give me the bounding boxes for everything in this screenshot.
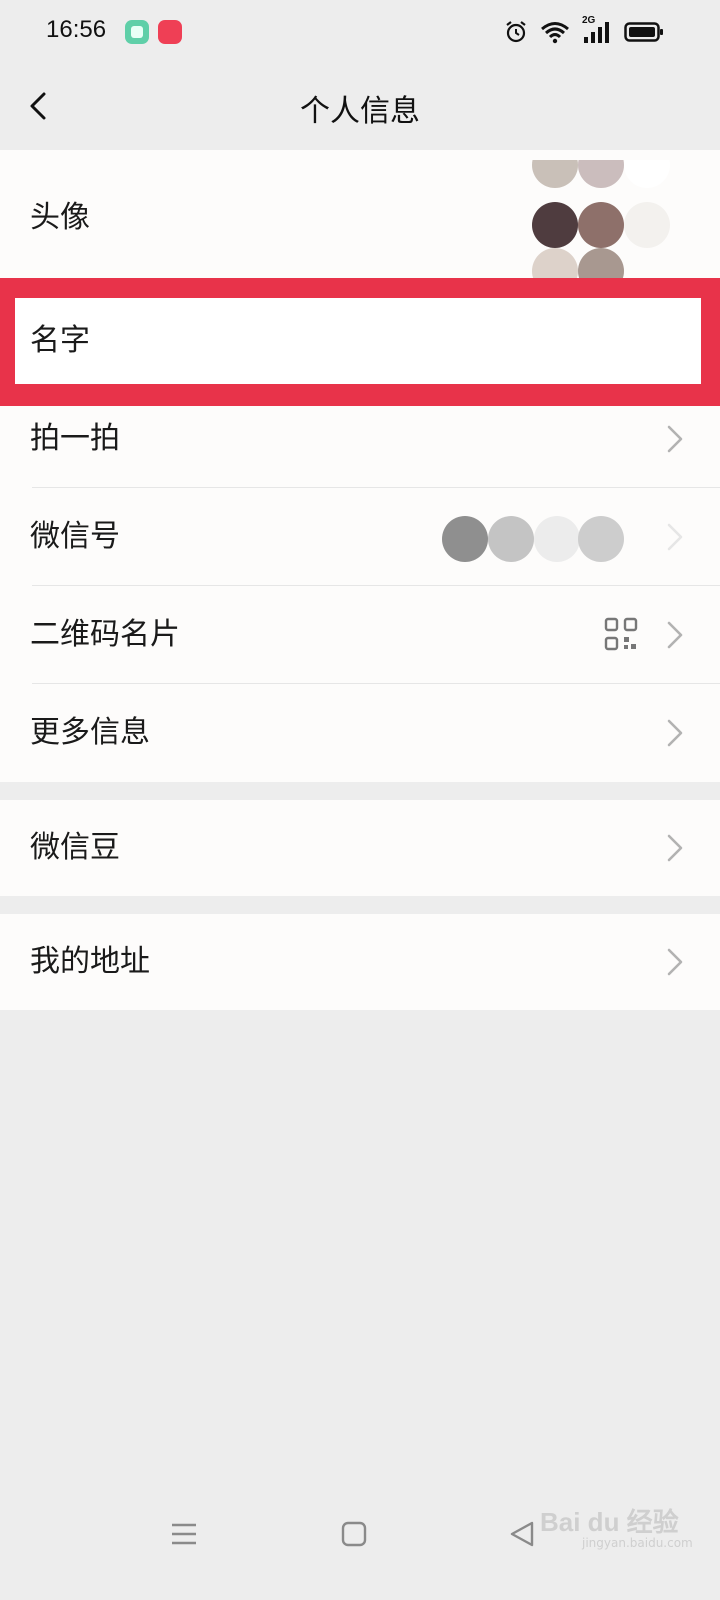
chevron-right-icon (667, 834, 683, 862)
menu-button[interactable] (170, 1520, 198, 1552)
home-icon (341, 1521, 367, 1547)
wifi-icon (541, 22, 569, 44)
chevron-right-icon (667, 621, 683, 649)
chevron-right-icon (667, 425, 683, 453)
pat-row[interactable]: 拍一拍 (0, 390, 720, 488)
app-icon-green (125, 20, 149, 44)
navigation-bar: 个人信息 (0, 62, 720, 150)
chevron-right-icon (667, 523, 683, 551)
status-time: 16:56 (46, 16, 107, 43)
battery-icon (624, 22, 663, 42)
watermark: Bai du 经验 (540, 1507, 679, 1537)
status-icons: 2G (504, 15, 664, 45)
status-bar: 16:56 2G (0, 0, 720, 62)
menu-icon (172, 1523, 196, 1545)
avatar[interactable] (520, 160, 670, 288)
signal-icon: 2G (582, 15, 612, 45)
pat-label: 拍一拍 (30, 421, 120, 456)
alarm-icon (506, 21, 526, 43)
qr-card-label: 二维码名片 (30, 617, 180, 652)
app-icon-xiaohongshu (158, 20, 182, 44)
more-info-label: 更多信息 (30, 715, 150, 750)
my-address-label: 我的地址 (30, 944, 150, 979)
name-label: 名字 (30, 323, 90, 358)
wechat-beans-row[interactable]: 微信豆 (0, 800, 720, 896)
chevron-right-icon (667, 948, 683, 976)
wechat-beans-label: 微信豆 (30, 830, 120, 865)
chevron-right-icon (667, 719, 683, 747)
watermark-url: jingyan.baidu.com (582, 1536, 693, 1550)
page-title: 个人信息 (300, 94, 420, 129)
qr-code-icon (604, 617, 638, 651)
avatar-label: 头像 (30, 200, 90, 235)
my-address-row[interactable]: 我的地址 (0, 914, 720, 1010)
triangle-back-icon (510, 1521, 534, 1547)
back-system-button[interactable] (508, 1520, 536, 1552)
wechat-id-label: 微信号 (30, 519, 120, 554)
more-info-row[interactable]: 更多信息 (0, 684, 720, 782)
name-row[interactable]: 名字 (15, 298, 701, 384)
home-button[interactable] (340, 1520, 368, 1552)
